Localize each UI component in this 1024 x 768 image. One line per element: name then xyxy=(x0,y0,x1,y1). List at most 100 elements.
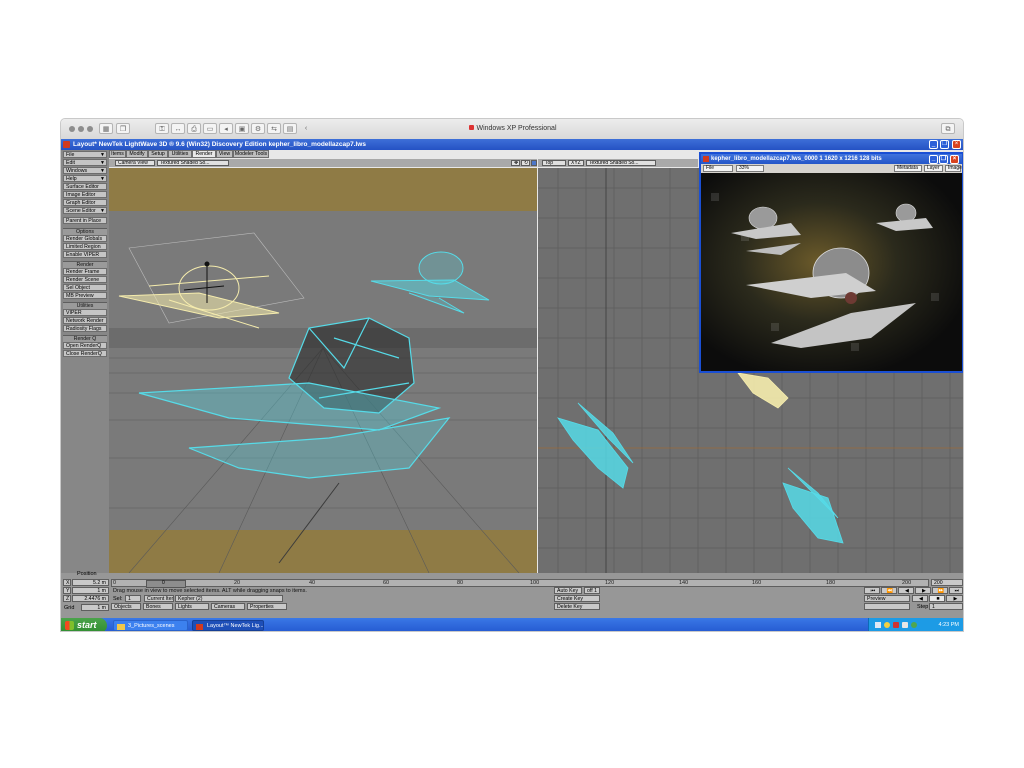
viper-button[interactable]: VIPER xyxy=(63,309,107,316)
render-globals-button[interactable]: Render Globals xyxy=(63,235,107,242)
host-title-text: Windows XP Professional xyxy=(476,125,557,132)
image-viewer-title: kepher_libro_modellazcap7.lws_0000 1 162… xyxy=(711,156,882,162)
menu-edit[interactable]: Edit ▼ xyxy=(63,159,107,166)
preview-options[interactable] xyxy=(864,603,910,610)
close-renderq-button[interactable]: Close RenderQ xyxy=(63,350,107,357)
menu-windows[interactable]: Windows ▼ xyxy=(63,167,107,174)
surface-editor-button[interactable]: Surface Editor xyxy=(63,183,107,190)
status-hint: Drag mouse in view to move selected item… xyxy=(113,588,307,594)
next-frame-icon[interactable]: ▶ xyxy=(915,587,931,594)
tray-info-icon[interactable] xyxy=(884,622,890,628)
play-icon[interactable]: ▶ xyxy=(946,595,963,602)
tab-view[interactable]: View xyxy=(216,150,233,158)
tab-render[interactable]: Render xyxy=(192,150,216,158)
frame-slider[interactable]: 0 xyxy=(146,580,186,588)
delete-key-button[interactable]: Delete Key xyxy=(554,603,600,610)
viewport-maximize-icon[interactable] xyxy=(531,160,537,166)
tab-setup[interactable]: Setup xyxy=(148,150,168,158)
cameras-button[interactable]: Cameras xyxy=(211,603,245,610)
radiosity-flags-button[interactable]: Radiosity Flags xyxy=(63,325,107,332)
tray-update-icon[interactable] xyxy=(911,622,917,628)
minimize-button[interactable]: _ xyxy=(929,140,938,149)
sel-object-button[interactable]: Sel Object xyxy=(63,284,107,291)
z-axis-toggle[interactable]: Z xyxy=(63,595,71,602)
parent-in-place-button[interactable]: Parent in Place xyxy=(63,217,107,224)
utilities-header: Utilities xyxy=(63,302,107,309)
tray-shield-icon[interactable] xyxy=(893,622,899,628)
z-position-field[interactable]: 2.4476 m xyxy=(72,595,109,602)
bones-button[interactable]: Bones xyxy=(143,603,173,610)
step-field[interactable]: 1 xyxy=(929,603,963,610)
camera-view-select[interactable]: Camera View xyxy=(115,160,155,166)
shading-select-left[interactable]: Textured Shaded So... xyxy=(157,160,229,166)
dropdown-arrow-icon: ▼ xyxy=(100,208,105,214)
prev-frame-icon[interactable]: ◀ xyxy=(898,587,914,594)
graph-editor-button[interactable]: Graph Editor xyxy=(63,199,107,206)
task-lightwave[interactable]: Layout™ NewTek Lig... xyxy=(192,620,264,631)
stop-icon[interactable]: ■ xyxy=(929,595,945,602)
y-position-field[interactable]: 1 m xyxy=(72,587,109,594)
limited-region-button[interactable]: Limited Region xyxy=(63,243,107,250)
enable-viper-button[interactable]: Enable VIPER xyxy=(63,251,107,258)
play-back-icon[interactable]: ◀ xyxy=(912,595,928,602)
image-editor-button[interactable]: Image Editor xyxy=(63,191,107,198)
axis-icon[interactable]: XYZ xyxy=(568,160,584,166)
start-button[interactable]: start xyxy=(61,618,107,631)
fullscreen-icon[interactable]: ⧉ xyxy=(941,123,955,134)
create-key-button[interactable]: Create Key xyxy=(554,595,600,602)
viewer-minimize-button[interactable]: _ xyxy=(929,155,938,164)
y-axis-toggle[interactable]: Y xyxy=(63,587,71,594)
tab-modify[interactable]: Modify xyxy=(126,150,148,158)
open-renderq-button[interactable]: Open RenderQ xyxy=(63,342,107,349)
app-title: Layout* NewTek LightWave 3D ® 9.6 (Win32… xyxy=(73,141,366,148)
position-label: Position xyxy=(77,571,97,577)
top-view-select[interactable]: Top xyxy=(542,160,566,166)
next-key-icon[interactable]: ⏩ xyxy=(932,587,948,594)
menu-help[interactable]: Help ▼ xyxy=(63,175,107,182)
viewer-restore-button[interactable]: ❐ xyxy=(939,155,948,164)
viewer-layer-select[interactable]: Layer xyxy=(924,165,943,172)
auto-key-toggle[interactable]: off 1 xyxy=(584,587,600,594)
viewer-image-select[interactable]: Image xyxy=(945,165,962,172)
viewer-metadata-button[interactable]: Metadata xyxy=(894,165,922,172)
x-axis-toggle[interactable]: X xyxy=(63,579,71,586)
last-frame-icon[interactable]: ⏭ xyxy=(949,587,963,594)
tick-140: 140 xyxy=(679,580,689,586)
grid-size-field[interactable]: 1 m xyxy=(81,604,109,611)
tray-network-icon[interactable] xyxy=(875,622,881,628)
prev-key-icon[interactable]: ⏪ xyxy=(881,587,897,594)
restore-button[interactable]: ❐ xyxy=(940,140,949,149)
lights-button[interactable]: Lights xyxy=(175,603,209,610)
task-folder[interactable]: 3_Pictures_scenes xyxy=(113,620,188,631)
viewport-rotate-icon[interactable]: ↻ xyxy=(521,160,530,166)
scene-editor-button[interactable]: Scene Editor ▼ xyxy=(63,207,107,214)
current-item-select[interactable]: Kepher (2) xyxy=(175,595,283,602)
viewer-file-menu[interactable]: File xyxy=(703,165,733,172)
x-position-field[interactable]: 5.2 m xyxy=(72,579,109,586)
shading-select-right[interactable]: Textured Shaded So... xyxy=(586,160,656,166)
windows-flag-icon xyxy=(65,621,74,630)
timeline-ruler[interactable]: 0 0 20 40 60 80 100 120 140 160 180 200 xyxy=(111,579,929,588)
mb-preview-button[interactable]: MB Preview xyxy=(63,292,107,299)
viewer-zoom-select[interactable]: 33% xyxy=(736,165,764,172)
tab-utilities[interactable]: Utilities xyxy=(168,150,192,158)
properties-button[interactable]: Properties xyxy=(247,603,287,610)
menu-file[interactable]: File ▼ xyxy=(63,151,107,158)
viewer-close-button[interactable]: × xyxy=(950,155,959,164)
network-render-button[interactable]: Network Render xyxy=(63,317,107,324)
camera-viewport[interactable] xyxy=(109,168,537,573)
tab-modeler-tools[interactable]: Modeler Tools xyxy=(233,150,269,158)
app-titlebar: Layout* NewTek LightWave 3D ® 9.6 (Win32… xyxy=(61,139,963,150)
viewport-move-icon[interactable]: ✥ xyxy=(511,160,520,166)
preview-select[interactable]: Preview xyxy=(864,595,910,602)
render-scene-button[interactable]: Render Scene xyxy=(63,276,107,283)
tab-items[interactable]: Items xyxy=(109,150,126,158)
render-frame-button[interactable]: Render Frame xyxy=(63,268,107,275)
tray-volume-icon[interactable] xyxy=(902,622,908,628)
tick-80: 80 xyxy=(457,580,464,586)
image-viewer-titlebar: kepher_libro_modellazcap7.lws_0000 1 162… xyxy=(701,154,962,164)
first-frame-icon[interactable]: ⏮ xyxy=(864,587,880,594)
close-button[interactable]: × xyxy=(952,140,961,149)
end-frame-field[interactable]: 200 xyxy=(931,579,963,586)
objects-button[interactable]: Objects xyxy=(111,603,141,610)
